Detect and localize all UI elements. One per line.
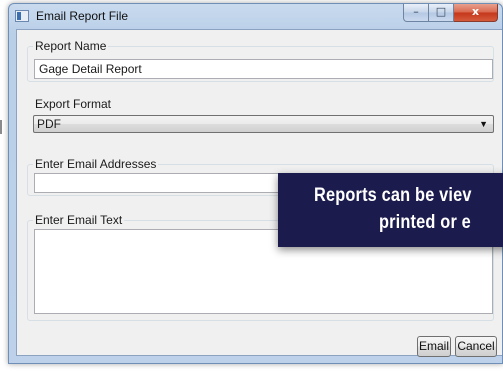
export-format-group: Export Format PDF ▼ <box>33 97 494 135</box>
promo-banner-line1: Reports can be viev <box>314 185 472 206</box>
promo-banner-line2: printed or e <box>379 212 471 233</box>
minimize-button[interactable]: – <box>403 4 429 22</box>
export-format-label: Export Format <box>33 97 114 111</box>
cancel-button[interactable]: Cancel <box>455 336 497 357</box>
title-bar[interactable]: Email Report File – □ x <box>9 4 502 28</box>
caption-buttons: – □ x <box>403 4 498 24</box>
background-window-edge <box>0 120 2 134</box>
dropdown-arrow-icon: ▼ <box>479 119 488 129</box>
window-title: Email Report File <box>36 9 129 23</box>
maximize-button[interactable]: □ <box>429 4 454 22</box>
report-name-group: Report Name Gage Detail Report <box>27 39 494 82</box>
close-button[interactable]: x <box>454 4 498 22</box>
export-format-select[interactable]: PDF ▼ <box>33 115 494 133</box>
report-name-input[interactable]: Gage Detail Report <box>34 59 493 79</box>
app-window-icon <box>15 10 29 22</box>
export-format-selected: PDF <box>37 117 61 131</box>
email-text-label: Enter Email Text <box>33 213 125 227</box>
email-button[interactable]: Email <box>417 336 451 357</box>
promo-banner: Reports can be viev printed or e <box>278 173 503 247</box>
email-addresses-label: Enter Email Addresses <box>33 157 159 171</box>
report-name-label: Report Name <box>33 39 109 53</box>
